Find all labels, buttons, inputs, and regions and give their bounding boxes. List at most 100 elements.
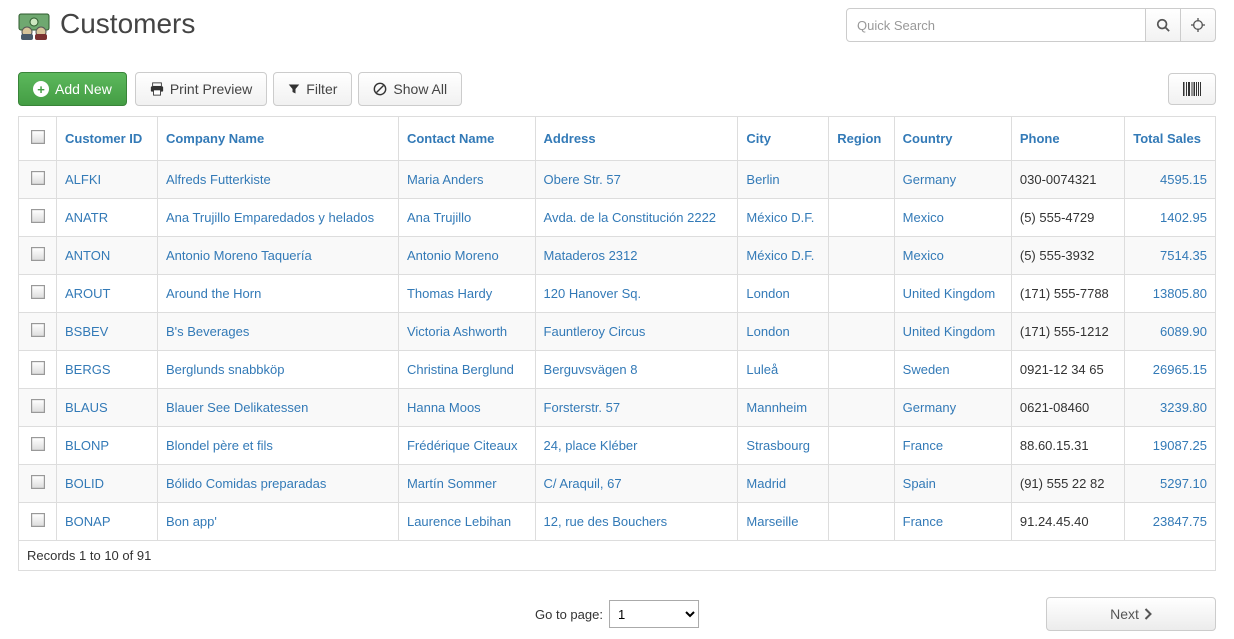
cell-country[interactable]: France [903,514,943,529]
cell-company-name[interactable]: Blauer See Delikatessen [166,400,308,415]
col-region[interactable]: Region [837,131,881,146]
row-checkbox[interactable] [31,361,45,375]
cell-address[interactable]: C/ Araquil, 67 [544,476,622,491]
cell-city[interactable]: Strasbourg [746,438,810,453]
cell-total-sales[interactable]: 19087.25 [1153,438,1207,453]
cell-total-sales[interactable]: 13805.80 [1153,286,1207,301]
cell-address[interactable]: Berguvsvägen 8 [544,362,638,377]
cell-total-sales[interactable]: 1402.95 [1160,210,1207,225]
cell-total-sales[interactable]: 6089.90 [1160,324,1207,339]
cell-total-sales[interactable]: 7514.35 [1160,248,1207,263]
cell-company-name[interactable]: B's Beverages [166,324,249,339]
cell-country[interactable]: Sweden [903,362,950,377]
cell-country[interactable]: Mexico [903,210,944,225]
cell-city[interactable]: Mannheim [746,400,807,415]
cell-company-name[interactable]: Bon app' [166,514,217,529]
cell-total-sales[interactable]: 23847.75 [1153,514,1207,529]
cell-customer-id[interactable]: BSBEV [65,324,108,339]
print-preview-button[interactable]: Print Preview [135,72,267,106]
cell-city[interactable]: Madrid [746,476,786,491]
row-checkbox[interactable] [31,209,45,223]
col-phone[interactable]: Phone [1020,131,1060,146]
cell-contact-name[interactable]: Martín Sommer [407,476,497,491]
row-checkbox[interactable] [31,437,45,451]
row-checkbox[interactable] [31,247,45,261]
cell-total-sales[interactable]: 4595.15 [1160,172,1207,187]
row-checkbox[interactable] [31,475,45,489]
row-checkbox[interactable] [31,285,45,299]
select-all-checkbox[interactable] [31,130,45,144]
col-address[interactable]: Address [544,131,596,146]
cell-address[interactable]: Obere Str. 57 [544,172,621,187]
cell-customer-id[interactable]: BLONP [65,438,109,453]
cell-contact-name[interactable]: Ana Trujillo [407,210,471,225]
cell-contact-name[interactable]: Antonio Moreno [407,248,499,263]
row-checkbox[interactable] [31,323,45,337]
cell-address[interactable]: 24, place Kléber [544,438,638,453]
cell-city[interactable]: London [746,286,789,301]
cell-country[interactable]: Germany [903,172,956,187]
cell-city[interactable]: London [746,324,789,339]
cell-contact-name[interactable]: Maria Anders [407,172,484,187]
cell-city[interactable]: México D.F. [746,210,814,225]
cell-company-name[interactable]: Alfreds Futterkiste [166,172,271,187]
col-customer-id[interactable]: Customer ID [65,131,142,146]
row-checkbox[interactable] [31,171,45,185]
cell-customer-id[interactable]: ALFKI [65,172,101,187]
cell-country[interactable]: Spain [903,476,936,491]
cell-city[interactable]: Marseille [746,514,798,529]
cell-contact-name[interactable]: Laurence Lebihan [407,514,511,529]
quick-search-input[interactable] [846,8,1146,42]
cell-city[interactable]: México D.F. [746,248,814,263]
col-company-name[interactable]: Company Name [166,131,264,146]
cell-customer-id[interactable]: ANATR [65,210,108,225]
col-city[interactable]: City [746,131,771,146]
next-page-button[interactable]: Next [1046,597,1216,631]
cell-company-name[interactable]: Antonio Moreno Taquería [166,248,312,263]
cell-customer-id[interactable]: AROUT [65,286,111,301]
cell-company-name[interactable]: Around the Horn [166,286,261,301]
cell-address[interactable]: 12, rue des Bouchers [544,514,668,529]
cell-country[interactable]: France [903,438,943,453]
cell-city[interactable]: Luleå [746,362,778,377]
cell-customer-id[interactable]: ANTON [65,248,110,263]
row-checkbox[interactable] [31,399,45,413]
show-all-button[interactable]: Show All [358,72,462,106]
cell-contact-name[interactable]: Christina Berglund [407,362,514,377]
cell-address[interactable]: Mataderos 2312 [544,248,638,263]
col-contact-name[interactable]: Contact Name [407,131,494,146]
cell-country[interactable]: Mexico [903,248,944,263]
cell-country[interactable]: United Kingdom [903,324,996,339]
cell-customer-id[interactable]: BLAUS [65,400,108,415]
cell-contact-name[interactable]: Frédérique Citeaux [407,438,518,453]
cell-company-name[interactable]: Berglunds snabbköp [166,362,285,377]
cell-customer-id[interactable]: BOLID [65,476,104,491]
cell-contact-name[interactable]: Victoria Ashworth [407,324,507,339]
cell-total-sales[interactable]: 3239.80 [1160,400,1207,415]
cell-address[interactable]: Forsterstr. 57 [544,400,621,415]
cell-total-sales[interactable]: 26965.15 [1153,362,1207,377]
search-options-button[interactable] [1180,8,1216,42]
col-country[interactable]: Country [903,131,953,146]
cell-total-sales[interactable]: 5297.10 [1160,476,1207,491]
filter-button[interactable]: Filter [273,72,352,106]
cell-company-name[interactable]: Blondel père et fils [166,438,273,453]
cell-contact-name[interactable]: Hanna Moos [407,400,481,415]
cell-address[interactable]: Avda. de la Constitución 2222 [544,210,717,225]
row-checkbox[interactable] [31,513,45,527]
cell-customer-id[interactable]: BERGS [65,362,111,377]
cell-country[interactable]: United Kingdom [903,286,996,301]
search-button[interactable] [1145,8,1181,42]
col-total-sales[interactable]: Total Sales [1133,131,1201,146]
barcode-button[interactable] [1168,73,1216,105]
cell-company-name[interactable]: Bólido Comidas preparadas [166,476,326,491]
cell-company-name[interactable]: Ana Trujillo Emparedados y helados [166,210,374,225]
cell-city[interactable]: Berlin [746,172,779,187]
cell-address[interactable]: 120 Hanover Sq. [544,286,642,301]
cell-contact-name[interactable]: Thomas Hardy [407,286,492,301]
cell-address[interactable]: Fauntleroy Circus [544,324,646,339]
page-select[interactable]: 1 [609,600,699,628]
cell-customer-id[interactable]: BONAP [65,514,111,529]
add-new-button[interactable]: + Add New [18,72,127,106]
cell-country[interactable]: Germany [903,400,956,415]
